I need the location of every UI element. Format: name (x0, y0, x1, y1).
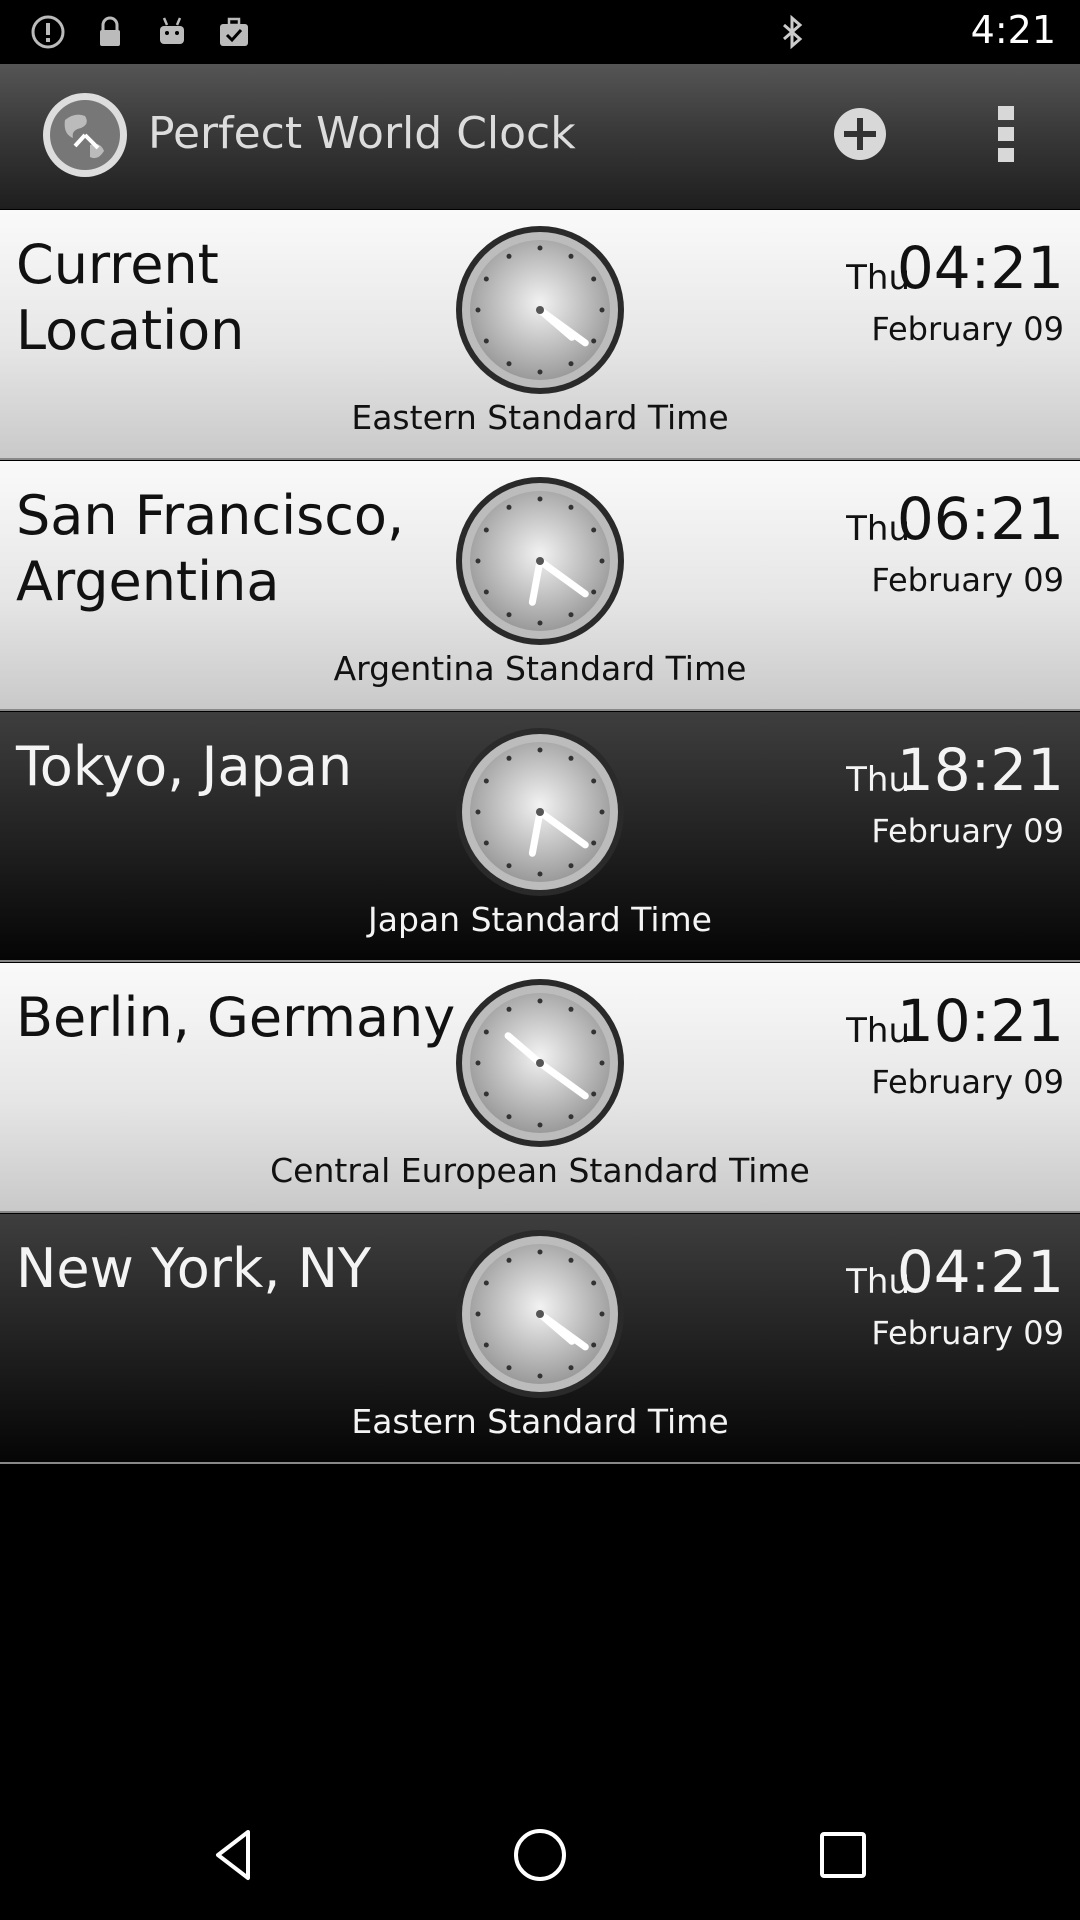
overflow-menu-icon[interactable] (980, 102, 1032, 166)
local-date: February 09 (871, 561, 1064, 599)
clock-row[interactable]: New York, NY Thu 04:21 February 09 Easte… (0, 1214, 1080, 1464)
local-time: 04:21 (896, 234, 1064, 302)
analog-clock-icon (456, 226, 624, 394)
city-name: San Francisco, Argentina (16, 484, 405, 613)
briefcase-check-icon (220, 17, 248, 46)
status-bar: 4:21 (0, 0, 1080, 64)
local-date: February 09 (871, 310, 1064, 348)
time-zone-name: Eastern Standard Time (351, 398, 729, 437)
navigation-bar (0, 1790, 1080, 1920)
analog-clock-icon (456, 1230, 624, 1398)
home-icon[interactable] (505, 1820, 575, 1890)
time-zone-name: Japan Standard Time (368, 900, 712, 939)
local-date: February 09 (871, 1314, 1064, 1352)
local-time: 10:21 (896, 987, 1064, 1055)
status-time: 4:21 (970, 8, 1056, 52)
clock-row[interactable]: Tokyo, Japan Thu 18:21 February 09 Japan… (0, 712, 1080, 962)
city-name: New York, NY (16, 1237, 371, 1300)
analog-clock-icon (456, 728, 624, 896)
bluetooth-icon (783, 14, 803, 50)
clock-row[interactable]: Berlin, Germany Thu 10:21 February 09 Ce… (0, 963, 1080, 1213)
local-date: February 09 (871, 812, 1064, 850)
city-name: Current Location (16, 233, 245, 362)
time-zone-name: Argentina Standard Time (333, 649, 747, 688)
city-name: Tokyo, Japan (16, 735, 353, 798)
world-clock-logo-icon (43, 93, 127, 177)
time-zone-name: Central European Standard Time (270, 1151, 810, 1190)
local-time: 06:21 (896, 485, 1064, 553)
lock-icon (100, 16, 120, 46)
clock-row[interactable]: Current Location Thu 04:21 February 09 E… (0, 210, 1080, 460)
local-time: 04:21 (896, 1238, 1064, 1306)
alert-icon (31, 15, 65, 49)
add-icon[interactable] (830, 104, 890, 164)
local-date: February 09 (871, 1063, 1064, 1101)
app-title: Perfect World Clock (148, 108, 576, 159)
app-bar: Perfect World Clock (0, 64, 1080, 209)
recents-icon[interactable] (808, 1820, 878, 1890)
local-time: 18:21 (896, 736, 1064, 804)
analog-clock-icon (456, 477, 624, 645)
time-zone-name: Eastern Standard Time (351, 1402, 729, 1441)
analog-clock-icon (456, 979, 624, 1147)
android-icon (160, 17, 184, 44)
back-icon[interactable] (200, 1820, 270, 1890)
city-name: Berlin, Germany (16, 986, 456, 1049)
clock-row[interactable]: San Francisco, Argentina Thu 06:21 Febru… (0, 461, 1080, 711)
